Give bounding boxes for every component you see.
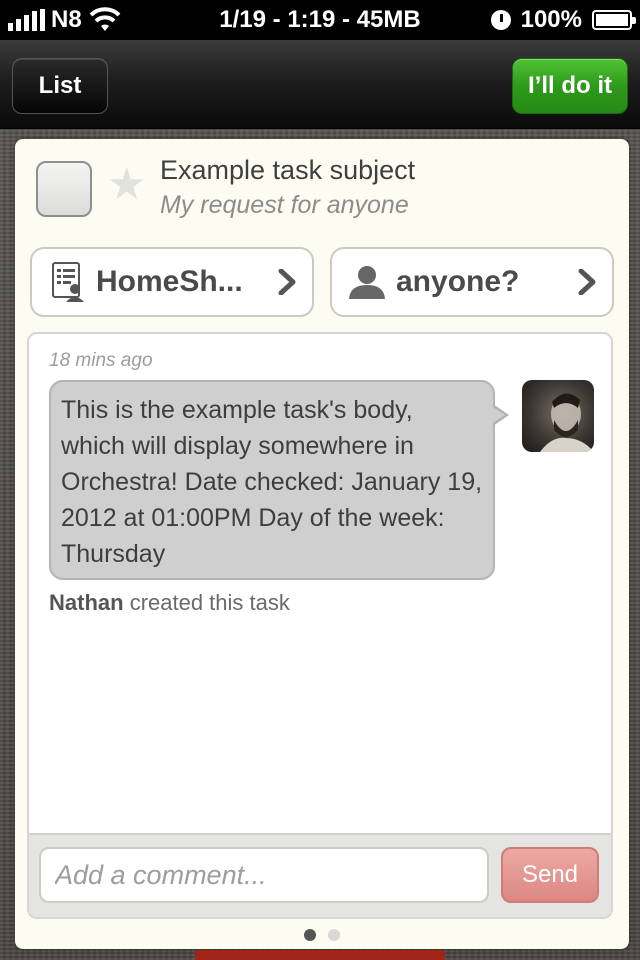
task-card: ★ Example task subject My request for an… [15,139,629,949]
battery-percent: 100% [520,6,582,33]
comment-composer: Send [29,833,611,917]
assignee-selector[interactable]: anyone? [330,247,614,317]
activity-action: created this task [129,590,290,615]
page-indicator[interactable] [15,929,629,941]
status-bar: N8 1/19 - 1:19 - 45MB 100% [0,0,640,40]
activity-timestamp: 18 mins ago [49,350,153,371]
ill-do-it-button[interactable]: I’ll do it [512,58,628,114]
chevron-right-icon [578,269,596,295]
activity-panel[interactable]: 18 mins ago This is the example task's b… [27,332,613,919]
page-dot [328,929,340,941]
project-selector[interactable]: HomeSh... [30,247,314,317]
clock-icon [490,10,511,30]
task-complete-checkbox[interactable] [36,161,92,217]
avatar-photo [540,393,594,452]
list-icon [52,262,84,302]
battery-icon [592,10,636,30]
navigation-bar: List I’ll do it [0,40,640,129]
list-button[interactable]: List [12,58,108,114]
send-button[interactable]: Send [501,847,599,903]
task-subject: Example task subject [160,155,416,185]
task-body-bubble: This is the example task's body, which w… [49,380,495,580]
comment-input[interactable] [39,847,489,903]
activity-line: Nathan created this task [49,590,290,616]
project-label: HomeSh... [96,265,243,298]
chevron-right-icon [278,269,296,295]
avatar[interactable] [522,380,594,452]
activity-author[interactable]: Nathan [49,590,124,615]
person-icon [349,266,385,299]
task-subtitle: My request for anyone [160,191,409,219]
assignee-label: anyone? [396,265,520,298]
page-dot-active [304,929,316,941]
bottom-edge [195,950,445,960]
bubble-tail [491,406,505,424]
star-icon[interactable]: ★ [107,163,147,207]
